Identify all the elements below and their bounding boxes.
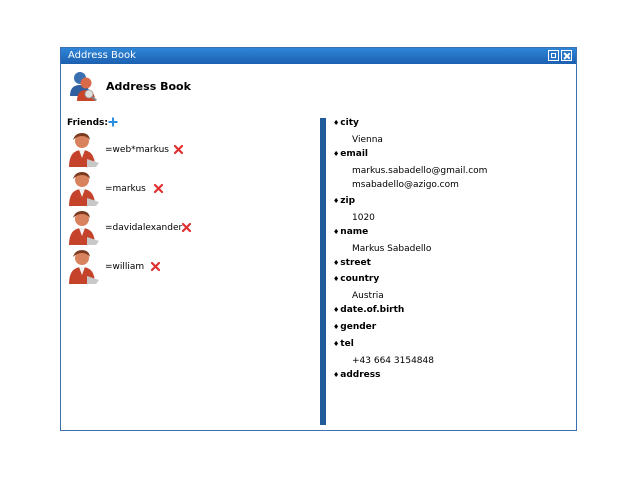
field-label: ♦gender (333, 322, 376, 332)
field-value: Austria (352, 291, 384, 301)
field-label: ♦country (333, 274, 379, 284)
field-label-text: email (340, 149, 369, 159)
friend-name: =markus (105, 184, 146, 194)
delete-x-icon[interactable] (154, 184, 163, 193)
maximize-button[interactable] (548, 50, 559, 61)
friend-name: =web*markus (105, 145, 169, 155)
field-label-text: gender (340, 322, 377, 332)
friend-name: =william (105, 262, 145, 272)
field-label: ♦street (333, 258, 371, 268)
address-book-icon (70, 72, 97, 102)
friend-item[interactable]: =markus (67, 171, 217, 207)
field-label-text: zip (340, 196, 356, 206)
person-avatar-icon (69, 172, 99, 206)
person-avatar-icon (69, 133, 99, 167)
field-label: ♦tel (333, 339, 354, 349)
add-friend-button[interactable] (108, 117, 118, 127)
delete-x-icon[interactable] (174, 145, 183, 154)
field-label: ♦city (333, 118, 359, 128)
bullet-icon: ♦ (333, 371, 340, 379)
field-label-text: city (340, 118, 359, 128)
person-avatar-icon (69, 211, 99, 245)
field-label-text: address (340, 370, 381, 380)
field-label: ♦date.of.birth (333, 305, 404, 315)
app-title: Address Book (106, 80, 191, 93)
bullet-icon: ♦ (333, 306, 340, 314)
field-value: markus.sabadello@gmail.com (352, 166, 488, 176)
bullet-icon: ♦ (333, 323, 340, 331)
friends-label: Friends: (67, 118, 109, 128)
bullet-icon: ♦ (333, 119, 340, 127)
field-label: ♦zip (333, 196, 355, 206)
field-label-text: street (340, 258, 371, 268)
field-value: Vienna (352, 135, 383, 145)
bullet-icon: ♦ (333, 228, 340, 236)
field-label: ♦address (333, 370, 381, 380)
person-avatar-icon (69, 250, 99, 284)
window-titlebar[interactable]: Address Book (61, 48, 576, 64)
friend-item[interactable]: =davidalexander (67, 210, 217, 246)
field-value: Markus Sabadello (352, 244, 432, 254)
field-label-text: tel (340, 339, 354, 349)
delete-x-icon[interactable] (151, 262, 160, 271)
pane-divider[interactable] (320, 118, 326, 425)
close-button[interactable] (561, 50, 572, 61)
address-book-window: Address Book Address Book Friends: =web*… (60, 47, 577, 431)
bullet-icon: ♦ (333, 340, 340, 348)
bullet-icon: ♦ (333, 275, 340, 283)
friend-item[interactable]: =william (67, 249, 217, 285)
delete-x-icon[interactable] (182, 223, 191, 232)
field-value: +43 664 3154848 (352, 356, 434, 366)
bullet-icon: ♦ (333, 259, 340, 267)
field-value: msabadello@azigo.com (352, 180, 459, 190)
field-label-text: country (340, 274, 380, 284)
field-label-text: name (340, 227, 369, 237)
friend-name: =davidalexander (105, 223, 183, 233)
bullet-icon: ♦ (333, 197, 340, 205)
friend-item[interactable]: =web*markus (67, 132, 217, 168)
field-value: 1020 (352, 213, 375, 223)
field-label: ♦name (333, 227, 368, 237)
window-title: Address Book (68, 50, 136, 61)
bullet-icon: ♦ (333, 150, 340, 158)
field-label: ♦email (333, 149, 368, 159)
field-label-text: date.of.birth (340, 305, 405, 315)
